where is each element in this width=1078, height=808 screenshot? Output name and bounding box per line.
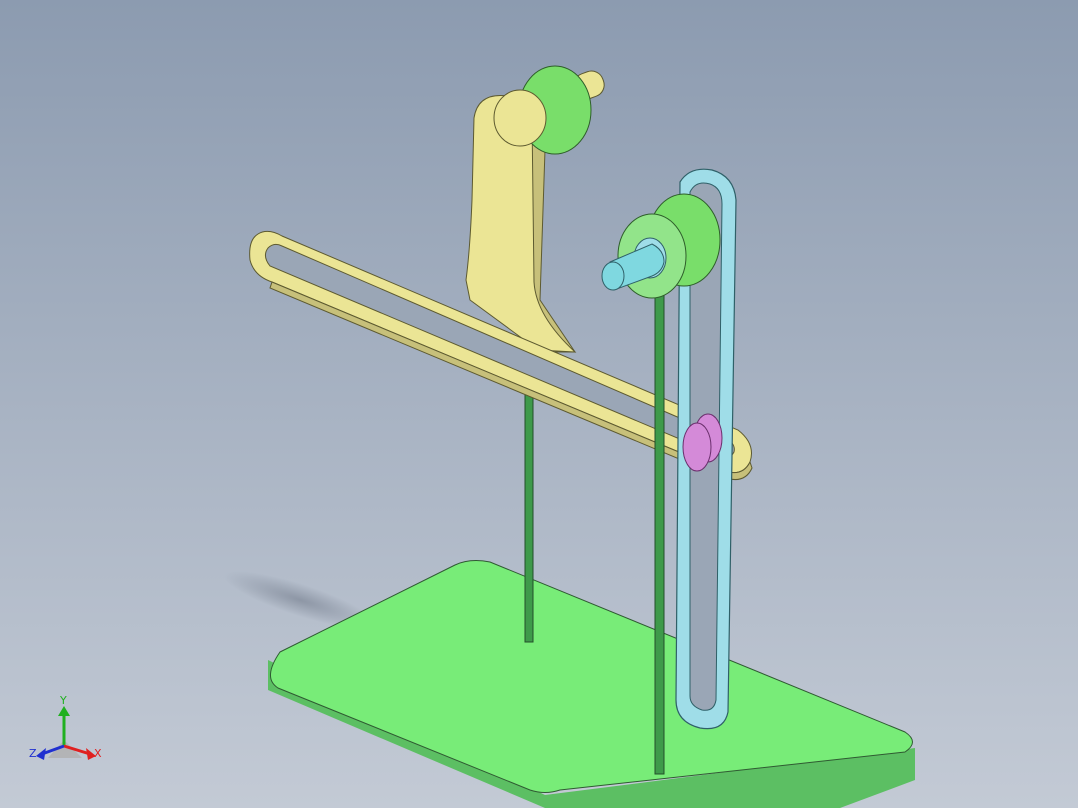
- triad-z-label: Z: [29, 747, 37, 760]
- front-rod[interactable]: [654, 289, 665, 775]
- cad-3d-viewport[interactable]: Y X Z: [0, 0, 1078, 808]
- front-rod-body: [654, 289, 665, 775]
- triad-z-arrow-icon: [36, 748, 46, 760]
- slider-pin-front: [682, 422, 712, 472]
- base-plate[interactable]: [268, 560, 915, 808]
- top-bushing[interactable]: [493, 65, 608, 155]
- base-plate-top: [270, 560, 913, 793]
- triad-x-label: X: [94, 747, 102, 760]
- orientation-triad[interactable]: Y X Z: [29, 694, 102, 760]
- top-bushing-face: [493, 89, 547, 147]
- triad-y-arrow-icon: [58, 706, 70, 716]
- crank-shaft-end: [601, 261, 625, 291]
- triad-y-label: Y: [59, 694, 67, 707]
- model-scene[interactable]: Y X Z: [0, 0, 1078, 808]
- slotted-arm[interactable]: [249, 94, 753, 481]
